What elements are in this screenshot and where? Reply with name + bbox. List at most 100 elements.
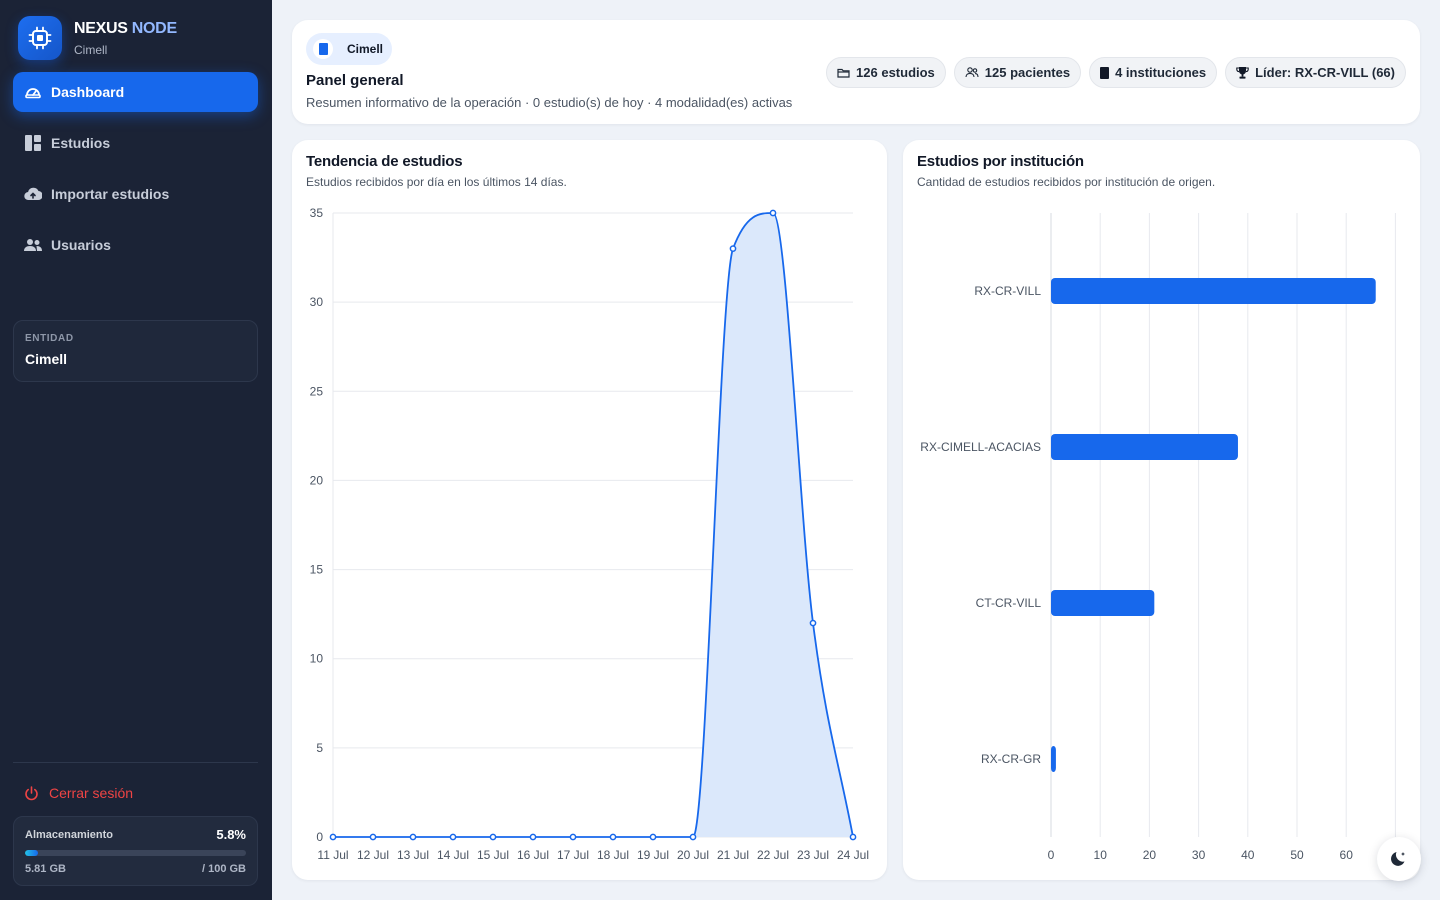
sidebar-item-label: Usuarios: [51, 237, 111, 253]
sidebar-item-label: Estudios: [51, 135, 111, 151]
y-tick-label: 10: [310, 652, 324, 666]
x-tick-label: 17 Jul: [557, 848, 589, 862]
trend-area-fill: [333, 213, 853, 837]
brand[interactable]: NEXUS NODE Cimell: [18, 16, 177, 60]
x-tick-label: 0: [1048, 848, 1055, 862]
trend-point: [689, 833, 697, 841]
chip-label: 126 estudios: [856, 65, 935, 80]
sidebar-item-dashboard[interactable]: Dashboard: [13, 72, 258, 112]
organization-name: Cimell: [347, 42, 384, 56]
chip-lider: Líder: RX-CR-VILL (66): [1225, 57, 1406, 88]
trend-point: [809, 619, 817, 627]
trend-point: [649, 833, 657, 841]
storage-total: / 100 GB: [201, 863, 246, 875]
theme-toggle-button[interactable]: [1377, 837, 1421, 881]
x-tick-label: 10: [1094, 848, 1108, 862]
cloud-upload-icon: [24, 185, 42, 203]
chip-label: 125 pacientes: [984, 65, 1071, 80]
storage-progress-fill: [25, 850, 38, 856]
brand-title: NEXUS NODE: [74, 19, 177, 37]
sidebar-item-usuarios[interactable]: Usuarios: [13, 225, 258, 265]
trend-point: [769, 209, 777, 217]
storage-label: Almacenamiento: [25, 828, 114, 841]
logout-label: Cerrar sesión: [49, 785, 134, 801]
entity-value: Cimell: [25, 351, 68, 367]
storage-used: 5.81 GB: [25, 863, 66, 875]
chip-pacientes: 125 pacientes: [953, 57, 1082, 88]
trend-point: [729, 245, 737, 253]
trend-point: [569, 833, 577, 841]
entity-card: ENTIDAD Cimell: [13, 320, 258, 382]
overview-header: Cimell Panel general Resumen informativo…: [292, 20, 1420, 124]
sidebar-item-estudios[interactable]: Estudios: [13, 123, 258, 163]
sidebar: NEXUS NODE Cimell Dashboard Estudios Imp…: [0, 0, 272, 900]
y-tick-label: RX-CIMELL-ACACIAS: [920, 440, 1041, 454]
sidebar-item-label: Importar estudios: [51, 186, 170, 202]
trend-point: [609, 833, 617, 841]
institution-bar: [1051, 590, 1155, 616]
institution-bar: [1051, 278, 1376, 304]
building-icon: [1100, 66, 1110, 79]
x-tick-label: 20 Jul: [677, 848, 709, 862]
institutions-chart: 0 10 20 30 40 50 60 RX-CR-VILL RX-CIMELL-ACACIAS…: [920, 213, 1396, 862]
x-tick-label: 18 Jul: [597, 848, 629, 862]
x-tick-label: 40: [1241, 848, 1255, 862]
x-tick-label: 11 Jul: [317, 848, 348, 862]
chip-instituciones: 4 instituciones: [1089, 57, 1218, 88]
chip-logo-icon: [18, 16, 62, 60]
y-tick-label: 30: [310, 295, 324, 309]
y-tick-label: 20: [310, 473, 324, 487]
organization-badge[interactable]: Cimell: [306, 33, 393, 65]
brand-subtitle: Cimell: [74, 42, 108, 57]
x-tick-label: 15 Jul: [477, 848, 509, 862]
users-icon: [24, 236, 42, 254]
y-tick-label: RX-CR-VILL: [974, 284, 1041, 298]
trend-chart: 0 5 10 15 20 25 30 35 11 Jul 12 Jul 13 Jul 14 Jul 15…: [310, 206, 869, 862]
y-tick-label: CT-CR-VILL: [976, 596, 1042, 610]
logout-button[interactable]: Cerrar sesión: [24, 785, 133, 801]
trend-point: [329, 833, 337, 841]
trend-point: [529, 833, 537, 841]
y-tick-label: 25: [310, 384, 324, 398]
users-icon: [965, 67, 979, 78]
y-tick-label: 5: [316, 741, 323, 755]
trend-point: [849, 833, 857, 841]
x-tick-label: 24 Jul: [837, 848, 869, 862]
page-title: Panel general: [306, 72, 404, 89]
x-tick-label: 13 Jul: [397, 848, 429, 862]
summary-chips: 126 estudios 125 pacientes 4 institucion…: [818, 57, 1406, 88]
chip-estudios: 126 estudios: [826, 57, 946, 88]
trend-point: [369, 833, 377, 841]
y-tick-label: 15: [310, 563, 324, 577]
x-tick-label: 16 Jul: [517, 848, 549, 862]
sidebar-item-importar[interactable]: Importar estudios: [13, 174, 258, 214]
x-tick-label: 12 Jul: [357, 848, 389, 862]
gauge-icon: [24, 83, 42, 101]
trend-point: [409, 833, 417, 841]
x-tick-label: 21 Jul: [717, 848, 749, 862]
y-tick-label: 0: [316, 830, 323, 844]
sidebar-nav: Dashboard Estudios Importar estudios Usu…: [13, 72, 258, 276]
sidebar-divider: [13, 762, 258, 763]
x-tick-label: 30: [1192, 848, 1206, 862]
x-tick-label: 22 Jul: [757, 848, 789, 862]
x-tick-label: 50: [1290, 848, 1304, 862]
trend-point: [449, 833, 457, 841]
y-tick-label: RX-CR-GR: [981, 752, 1041, 766]
storage-percent: 5.8%: [216, 827, 246, 842]
sidebar-item-label: Dashboard: [51, 84, 125, 100]
page-subtitle: Resumen informativo de la operación · 0 …: [306, 95, 793, 110]
x-tick-label: 60: [1340, 848, 1354, 862]
y-tick-label: 35: [310, 206, 324, 220]
institution-bar: [1051, 746, 1056, 772]
x-tick-label: 23 Jul: [797, 848, 829, 862]
power-icon: [24, 785, 39, 801]
storage-progress-bar: [25, 850, 246, 856]
storage-card: Almacenamiento 5.8% 5.81 GB / 100 GB: [13, 816, 258, 886]
grid-icon: [24, 134, 42, 152]
x-tick-label: 20: [1143, 848, 1157, 862]
institutions-chart-card: Estudios por institución Cantidad de est…: [903, 140, 1420, 880]
x-tick-label: 19 Jul: [637, 848, 669, 862]
building-icon: [313, 39, 333, 59]
trend-chart-card: Tendencia de estudios Estudios recibidos…: [292, 140, 887, 880]
